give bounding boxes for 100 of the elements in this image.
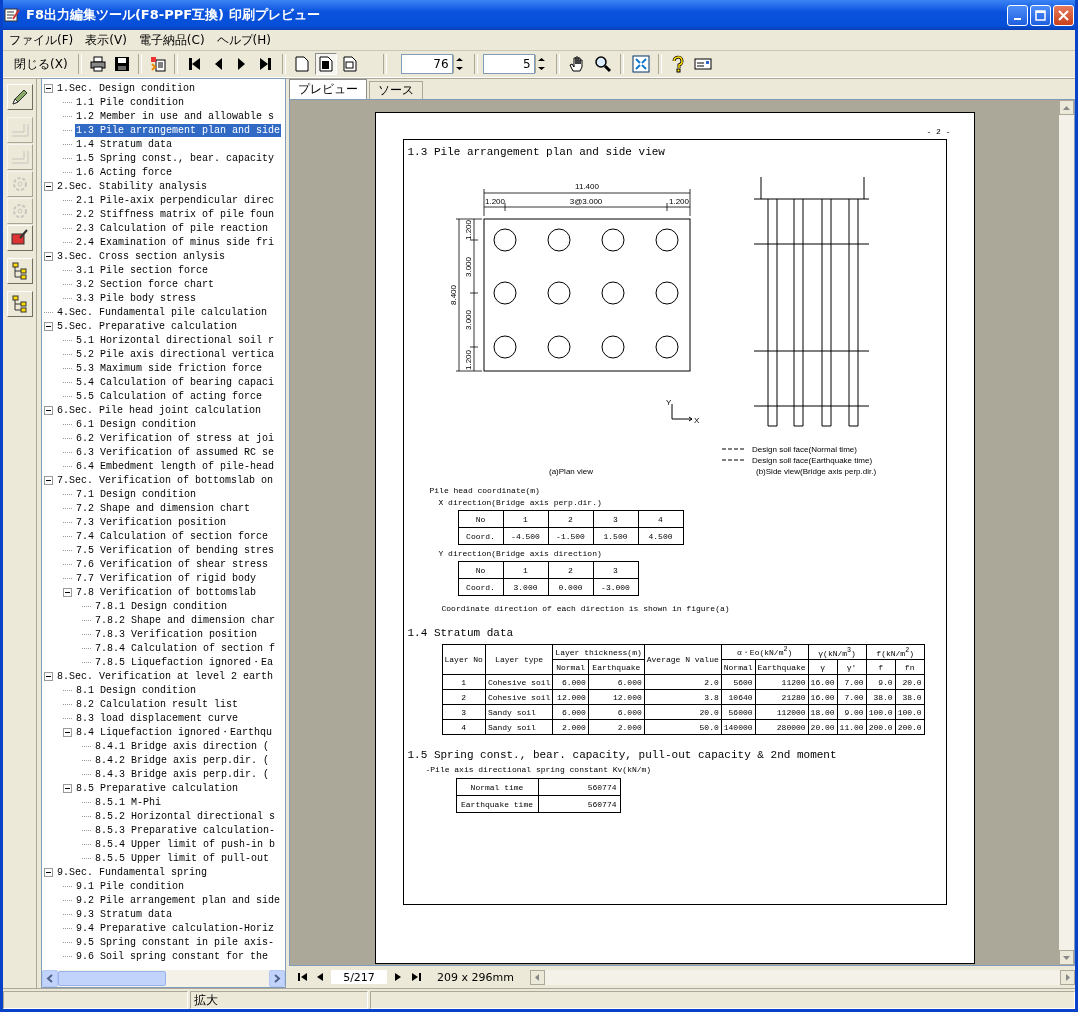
menu-item[interactable]: 電子納品(C) bbox=[132, 32, 211, 48]
tab[interactable]: プレビュー bbox=[289, 79, 367, 99]
tree-item[interactable]: 1.5 Spring const., bear. capacity bbox=[75, 151, 276, 165]
tree-item[interactable]: 8.5.1 M-Phi bbox=[94, 795, 162, 809]
scroll-left-button[interactable] bbox=[42, 970, 58, 987]
close-button[interactable] bbox=[1053, 4, 1074, 26]
page-count-field[interactable]: 5 bbox=[482, 54, 535, 74]
tree-item[interactable]: 7.6 Verification of shear stress bbox=[75, 557, 270, 571]
tree-item[interactable]: 5.5 Calculation of acting force bbox=[75, 389, 264, 403]
tree-item[interactable]: 8.5.3 Preparative calculation- bbox=[94, 823, 277, 837]
tree-item[interactable]: 7.8.2 Shape and dimension char bbox=[94, 613, 277, 627]
tree-item[interactable]: 8.3 load displacement curve bbox=[75, 711, 240, 725]
close-preview-button[interactable]: 閉じる(X) bbox=[9, 53, 73, 75]
tree-item[interactable]: 3.3 Pile body stress bbox=[75, 291, 198, 305]
collapse-toggle-icon[interactable] bbox=[44, 405, 53, 415]
tree-item[interactable]: 5.2 Pile axis directional vertica bbox=[75, 347, 276, 361]
collapse-toggle-icon[interactable] bbox=[44, 671, 53, 681]
collapse-toggle-icon[interactable] bbox=[44, 475, 53, 485]
tree-item[interactable]: 9.4 Preparative calculation-Horiz bbox=[75, 921, 276, 935]
collapse-toggle-icon[interactable] bbox=[63, 587, 72, 597]
tree-item[interactable]: 2.1 Pile-axix perpendicular direc bbox=[75, 193, 276, 207]
tree-item[interactable]: 8.5.4 Upper limit of push-in b bbox=[94, 837, 277, 851]
tree-item[interactable]: 7.3 Verification position bbox=[75, 515, 228, 529]
menu-item[interactable]: ヘルプ(H) bbox=[210, 32, 277, 48]
tree-item[interactable]: 9.2 Pile arrangement plan and side bbox=[75, 893, 282, 907]
tree-item[interactable]: 7.2 Shape and dimension chart bbox=[75, 501, 252, 515]
scroll-down-button[interactable] bbox=[1059, 950, 1074, 965]
tree-item[interactable]: 5.1 Horizontal directional soil r bbox=[75, 333, 276, 347]
tree-item[interactable]: 1.6 Acting force bbox=[75, 165, 173, 179]
scroll-right-button[interactable] bbox=[269, 970, 285, 987]
collapse-toggle-icon[interactable] bbox=[44, 251, 53, 261]
tree-item[interactable]: 8.2 Calculation result list bbox=[75, 697, 240, 711]
side-tool-button[interactable] bbox=[6, 258, 33, 284]
tree-item[interactable]: 8.5.5 Upper limit of pull-out bbox=[94, 851, 271, 865]
tree-item[interactable]: 7.5 Verification of bending stres bbox=[75, 543, 276, 557]
collapse-toggle-icon[interactable] bbox=[44, 867, 53, 877]
tree-item[interactable]: 3.1 Pile section force bbox=[75, 263, 210, 277]
tree-item[interactable]: 8.4.2 Bridge axis perp.dir. ( bbox=[94, 753, 271, 767]
tree-item[interactable]: 9.6 Soil spring constant for the bbox=[75, 949, 270, 963]
tree-item[interactable]: 9.Sec. Fundamental spring bbox=[56, 865, 209, 879]
collapse-toggle-icon[interactable] bbox=[44, 321, 53, 331]
tree-item[interactable]: 5.4 Calculation of bearing capaci bbox=[75, 375, 276, 389]
tree-item[interactable]: 8.5.2 Horizontal directional s bbox=[94, 809, 277, 823]
tree-item[interactable]: 3.2 Section force chart bbox=[75, 277, 216, 291]
collapse-toggle-icon[interactable] bbox=[44, 181, 53, 191]
tree-item[interactable]: 6.3 Verification of assumed RC se bbox=[75, 445, 276, 459]
tree-item[interactable]: 7.8.4 Calculation of section f bbox=[94, 641, 277, 655]
tree-item[interactable]: 7.7 Verification of rigid body bbox=[75, 571, 258, 585]
first-page-button[interactable] bbox=[295, 970, 309, 984]
tree-item[interactable]: 8.4 Liquefaction ignored・Earthqu bbox=[75, 725, 274, 739]
scroll-up-button[interactable] bbox=[1059, 100, 1074, 115]
tree-item[interactable]: 8.1 Design condition bbox=[75, 683, 198, 697]
tree-item[interactable]: 3.Sec. Cross section anlysis bbox=[56, 249, 227, 263]
side-tool-button[interactable] bbox=[6, 291, 33, 317]
last-page-button[interactable] bbox=[409, 970, 423, 984]
tree-item[interactable]: 8.4.3 Bridge axis perp.dir. ( bbox=[94, 767, 271, 781]
tree-item[interactable]: 8.5 Preparative calculation bbox=[75, 781, 240, 795]
tree-item[interactable]: 1.4 Stratum data bbox=[75, 137, 173, 151]
tree-item[interactable]: 9.3 Stratum data bbox=[75, 907, 173, 921]
tree-item[interactable]: 7.4 Calculation of section force bbox=[75, 529, 270, 543]
tree-item[interactable]: 2.4 Examination of minus side fri bbox=[75, 235, 276, 249]
tree-item[interactable]: 1.3 Pile arrangement plan and side bbox=[75, 123, 282, 137]
tree-item[interactable]: 8.Sec. Verification at level 2 earth bbox=[56, 669, 275, 683]
tree-item[interactable]: 2.2 Stiffness matrix of pile foun bbox=[75, 207, 276, 221]
tree-item[interactable]: 2.Sec. Stability analysis bbox=[56, 179, 209, 193]
tree-item[interactable]: 5.Sec. Preparative calculation bbox=[56, 319, 239, 333]
page-field[interactable]: 5/217 bbox=[331, 970, 387, 984]
side-tool-button[interactable] bbox=[6, 84, 33, 110]
scroll-thumb[interactable] bbox=[58, 971, 166, 986]
tree-item[interactable]: 7.8.1 Design condition bbox=[94, 599, 229, 613]
tree-item[interactable]: 6.2 Verification of stress at joi bbox=[75, 431, 276, 445]
tree-item[interactable]: 5.3 Maximum side friction force bbox=[75, 361, 264, 375]
tree-item[interactable]: 7.8 Verification of bottomslab bbox=[75, 585, 258, 599]
tree-item[interactable]: 7.8.3 Verification position bbox=[94, 627, 259, 641]
tree-item[interactable]: 1.Sec. Design condition bbox=[56, 81, 197, 95]
zoom-field[interactable]: 76 bbox=[400, 54, 453, 74]
side-tool-button[interactable] bbox=[6, 225, 33, 251]
tree-item[interactable]: 7.Sec. Verification of bottomslab on bbox=[56, 473, 275, 487]
maximize-button[interactable] bbox=[1030, 4, 1051, 26]
tab[interactable]: ソース bbox=[369, 81, 423, 99]
tree-item[interactable]: 9.5 Spring constant in pile axis- bbox=[75, 935, 276, 949]
tree-item[interactable]: 6.4 Embedment length of pile-head bbox=[75, 459, 276, 473]
tree-item[interactable]: 4.Sec. Fundamental pile calculation bbox=[56, 305, 269, 319]
tree-item[interactable]: 1.2 Member in use and allowable s bbox=[75, 109, 276, 123]
collapse-toggle-icon[interactable] bbox=[63, 727, 72, 737]
tree-item[interactable]: 8.4.1 Bridge axis direction ( bbox=[94, 739, 271, 753]
tree-item[interactable]: 6.Sec. Pile head joint calculation bbox=[56, 403, 263, 417]
scroll-left-button[interactable] bbox=[529, 969, 545, 985]
menu-item[interactable]: 表示(V) bbox=[79, 32, 133, 48]
collapse-toggle-icon[interactable] bbox=[63, 783, 72, 793]
collapse-toggle-icon[interactable] bbox=[44, 83, 53, 93]
tree-item[interactable]: 1.1 Pile condition bbox=[75, 95, 186, 109]
tree-item[interactable]: 7.8.5 Liquefaction ignored・Ea bbox=[94, 655, 275, 669]
tree-item[interactable]: 2.3 Calculation of pile reaction bbox=[75, 221, 270, 235]
minimize-button[interactable] bbox=[1007, 4, 1028, 26]
tree-item[interactable]: 7.1 Design condition bbox=[75, 487, 198, 501]
tree-item[interactable]: 6.1 Design condition bbox=[75, 417, 198, 431]
page-view-button[interactable] bbox=[314, 53, 337, 75]
scroll-right-button[interactable] bbox=[1060, 969, 1075, 985]
tree-item[interactable]: 9.1 Pile condition bbox=[75, 879, 186, 893]
